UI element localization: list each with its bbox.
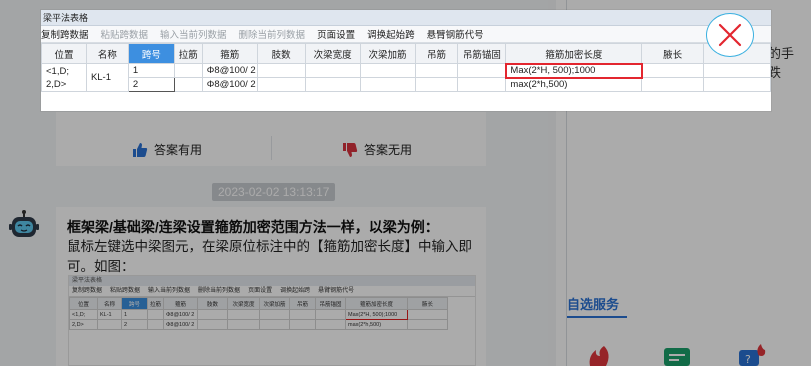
- toolbar-page-setup: 页面设置: [317, 30, 356, 41]
- cell-span-number[interactable]: 1: [127, 63, 175, 78]
- header-legs: 肢数: [256, 43, 306, 64]
- cell-dense-length-highlighted[interactable]: Max(2*H, 500);1000: [504, 62, 643, 79]
- cell-name[interactable]: KL-1: [85, 63, 129, 92]
- header-secondary-beam-width: 次梁宽度: [304, 43, 361, 64]
- header-dense-length: 箍筋加密长度: [505, 43, 643, 64]
- cell-tie-bar[interactable]: [173, 77, 203, 92]
- cell-secondary-beam-rebar[interactable]: [359, 77, 416, 92]
- cell-filler: [703, 77, 771, 92]
- beam-table-row: 2 Φ8@100/ 2 max(2*h,500): [42, 77, 771, 92]
- header-stirrup: 箍筋: [201, 43, 258, 64]
- cell-dense-length[interactable]: max(2*h,500): [505, 77, 643, 92]
- close-preview-button[interactable]: [706, 13, 754, 57]
- cell-hanger-anchor[interactable]: [457, 77, 507, 92]
- toolbar-cantilever-code: 悬臂钢筋代号: [426, 30, 484, 41]
- enlarged-screenshot: 梁平法表格 复制跨数据 粘贴跨数据 输入当前列数据 删除当前列数据 页面设置 调…: [41, 10, 771, 111]
- preview-window-title: 梁平法表格: [41, 10, 771, 26]
- cell-legs[interactable]: [256, 63, 306, 78]
- cell-position[interactable]: <1,D; 2,D>: [41, 63, 87, 92]
- cell-hanger[interactable]: [414, 63, 459, 78]
- header-secondary-beam-rebar: 次梁加筋: [359, 43, 416, 64]
- cell-hanger-anchor[interactable]: [457, 63, 507, 78]
- beam-table: 位置 名称 跨号 拉筋 箍筋 肢数 次梁宽度 次梁加筋 吊筋 吊筋锚固 箍筋加密…: [41, 43, 771, 92]
- cell-haunch[interactable]: [641, 63, 705, 78]
- toolbar-swap-start-span: 调换起始跨: [367, 30, 415, 41]
- close-icon: [718, 23, 742, 47]
- header-span-number: 跨号: [127, 43, 175, 64]
- cell-stirrup[interactable]: Φ8@100/ 2: [201, 63, 258, 78]
- cell-haunch[interactable]: [641, 77, 705, 92]
- cell-stirrup[interactable]: Φ8@100/ 2: [201, 77, 258, 92]
- cell-secondary-beam-width[interactable]: [304, 63, 361, 78]
- cell-tie-bar[interactable]: [173, 63, 203, 78]
- toolbar-copy-span: 复制跨数据: [41, 30, 89, 41]
- header-position: 位置: [41, 43, 87, 64]
- cell-span-number-editing[interactable]: 2: [127, 77, 175, 92]
- header-tie-bar: 拉筋: [173, 43, 203, 64]
- toolbar-paste-span: 粘贴跨数据: [100, 30, 149, 41]
- cell-secondary-beam-width[interactable]: [304, 77, 361, 92]
- toolbar-input-column: 输入当前列数据: [160, 30, 227, 41]
- beam-table-row: <1,D; 2,D> KL-1 1 Φ8@100/ 2 Max(2*H, 500…: [41, 62, 771, 92]
- header-haunch: 腋长: [641, 43, 705, 64]
- cell-hanger[interactable]: [414, 77, 459, 92]
- toolbar-delete-column: 删除当前列数据: [238, 30, 306, 41]
- header-hanger-anchor: 吊筋锚固: [457, 43, 507, 64]
- cell-secondary-beam-rebar[interactable]: [359, 63, 416, 78]
- cell-legs[interactable]: [256, 77, 306, 92]
- header-name: 名称: [85, 43, 129, 64]
- beam-table-header-row: 位置 名称 跨号 拉筋 箍筋 肢数 次梁宽度 次梁加筋 吊筋 吊筋锚固 箍筋加密…: [41, 43, 771, 64]
- preview-toolbar: 复制跨数据 粘贴跨数据 输入当前列数据 删除当前列数据 页面设置 调换起始跨 悬…: [41, 26, 771, 43]
- position-text: <1,D; 2,D>: [46, 65, 69, 90]
- header-hanger: 吊筋: [414, 43, 459, 64]
- cell-filler: [703, 63, 771, 78]
